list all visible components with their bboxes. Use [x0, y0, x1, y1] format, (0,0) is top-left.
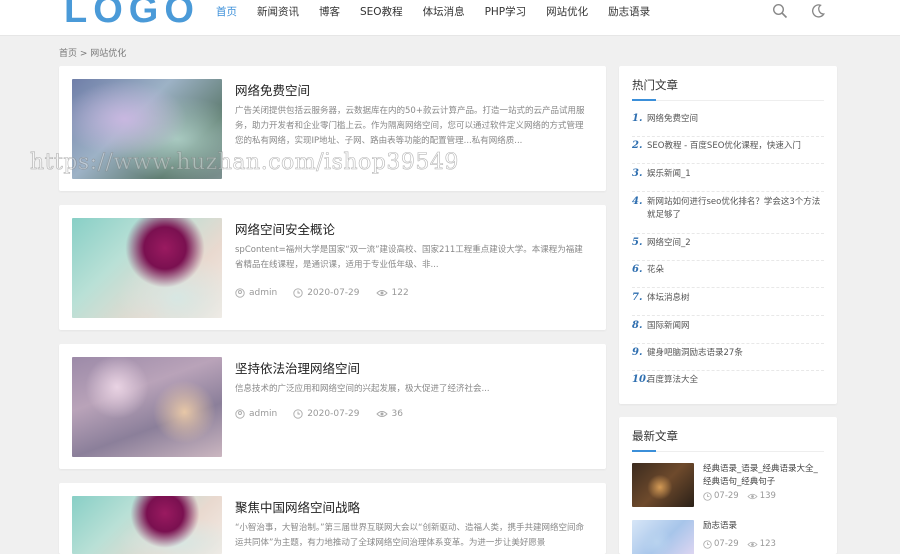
latest-meta: 07-29 123 — [703, 539, 824, 549]
post-title[interactable]: 聚焦中国网络空间战略 — [235, 497, 360, 516]
post-thumbnail[interactable] — [72, 496, 222, 554]
clock-icon — [293, 409, 303, 419]
post-thumbnail[interactable] — [72, 218, 222, 318]
eye-icon — [375, 290, 388, 296]
eye-icon — [375, 411, 388, 417]
post-card[interactable]: 网络免费空间 广告关闭提供包括云服务器，云数据库在内的50+款云计算产品。打造一… — [59, 66, 606, 191]
post-title[interactable]: 网络免费空间 — [235, 80, 310, 99]
post-views: 36 — [375, 409, 403, 419]
clock-icon — [703, 539, 712, 549]
user-icon — [235, 288, 245, 298]
post-date: 2020-07-29 — [293, 288, 360, 298]
widget-title: 热门文章 — [632, 78, 678, 92]
clock-icon — [293, 288, 303, 298]
hot-item[interactable]: 3. 娱乐新闻_1 — [632, 168, 824, 192]
hot-item[interactable]: 9. 健身吧脑洞励志语录27条 — [632, 347, 824, 371]
post-meta: admin 2020-07-29 122 — [235, 288, 425, 298]
latest-item[interactable]: 经典语录_语录_经典语录大全_经典语句_经典句子 07-29 139 — [632, 463, 824, 507]
post-excerpt: spContent=福州大学是国家“双一流”建设高校、国家211工程重点建设大学… — [235, 245, 583, 270]
hot-item[interactable]: 10. 百度算法大全 — [632, 374, 824, 398]
nav-item-blog[interactable]: 博客 — [319, 0, 340, 24]
post-thumbnail[interactable] — [72, 79, 222, 179]
post-title[interactable]: 坚持依法治理网络空间 — [235, 358, 360, 377]
latest-title[interactable]: 经典语录_语录_经典语录大全_经典语句_经典句子 — [703, 463, 824, 489]
hot-item[interactable]: 1. 网络免费空间 — [632, 113, 824, 137]
nav-item-seo[interactable]: SEO教程 — [360, 0, 403, 24]
clock-icon — [703, 491, 712, 501]
nav-item-news[interactable]: 新闻资讯 — [257, 0, 299, 24]
nav-item-php[interactable]: PHP学习 — [485, 0, 527, 24]
post-author: admin — [235, 409, 277, 419]
hot-articles-widget: 热门文章 1. 网络免费空间 2. SEO教程 - 百度SEO优化课程，快速入门… — [619, 66, 837, 404]
breadcrumb[interactable]: 首页 > 网站优化 — [59, 46, 126, 59]
post-excerpt: 广告关闭提供包括云服务器，云数据库在内的50+款云计算产品。打造一站式的云产品试… — [235, 106, 585, 146]
hot-item[interactable]: 4. 新网站如何进行seo优化排名？学会这3个方法就足够了 — [632, 196, 824, 234]
user-icon — [235, 409, 245, 419]
nav-item-home[interactable]: 首页 — [216, 0, 237, 24]
nav-item-quotes[interactable]: 励志语录 — [608, 0, 650, 24]
post-views: 122 — [375, 288, 409, 298]
post-thumbnail[interactable] — [72, 357, 222, 457]
widget-divider — [632, 450, 824, 452]
post-date: 2020-07-29 — [293, 409, 360, 419]
latest-articles-widget: 最新文章 经典语录_语录_经典语录大全_经典语句_经典句子 07-29 139 … — [619, 417, 837, 554]
main-nav: 首页 新闻资讯 博客 SEO教程 体坛消息 PHP学习 网站优化 励志语录 — [216, 0, 670, 24]
post-excerpt: 信息技术的广泛应用和网络空间的兴起发展，极大促进了经济社会... — [235, 384, 490, 394]
latest-thumbnail[interactable] — [632, 463, 694, 507]
nav-item-optimize[interactable]: 网站优化 — [546, 0, 588, 24]
hot-item[interactable]: 5. 网络空间_2 — [632, 237, 824, 261]
post-title[interactable]: 网络空间安全概论 — [235, 219, 335, 238]
latest-meta: 07-29 139 — [703, 491, 824, 501]
site-logo[interactable]: LOGO — [64, 0, 200, 32]
eye-icon — [747, 541, 758, 547]
latest-title[interactable]: 励志语录 — [703, 520, 824, 533]
moon-icon[interactable] — [810, 3, 826, 19]
hot-item[interactable]: 7. 体坛消息树 — [632, 292, 824, 316]
post-card[interactable]: 网络空间安全概论 spContent=福州大学是国家“双一流”建设高校、国家21… — [59, 205, 606, 330]
widget-divider — [632, 99, 824, 101]
hot-item[interactable]: 6. 花朵 — [632, 264, 824, 288]
nav-item-sports[interactable]: 体坛消息 — [423, 0, 465, 24]
post-card[interactable]: 聚焦中国网络空间战略 “小智治事，大智治制。”第三届世界互联网大会以“创新驱动、… — [59, 483, 606, 554]
search-icon[interactable] — [772, 3, 788, 19]
post-meta: admin 2020-07-29 36 — [235, 409, 419, 419]
latest-item[interactable]: 励志语录 07-29 123 — [632, 520, 824, 554]
widget-title: 最新文章 — [632, 429, 678, 443]
hot-item[interactable]: 2. SEO教程 - 百度SEO优化课程，快速入门 — [632, 140, 824, 164]
site-header: LOGO 首页 新闻资讯 博客 SEO教程 体坛消息 PHP学习 网站优化 励志… — [0, 0, 900, 36]
hot-item[interactable]: 8. 国际新闻网 — [632, 320, 824, 344]
post-excerpt: “小智治事，大智治制。”第三届世界互联网大会以“创新驱动、造福人类，携手共建网络… — [235, 523, 584, 548]
eye-icon — [747, 493, 758, 499]
post-card[interactable]: 坚持依法治理网络空间 信息技术的广泛应用和网络空间的兴起发展，极大促进了经济社会… — [59, 344, 606, 469]
latest-thumbnail[interactable] — [632, 520, 694, 554]
post-author: admin — [235, 288, 277, 298]
